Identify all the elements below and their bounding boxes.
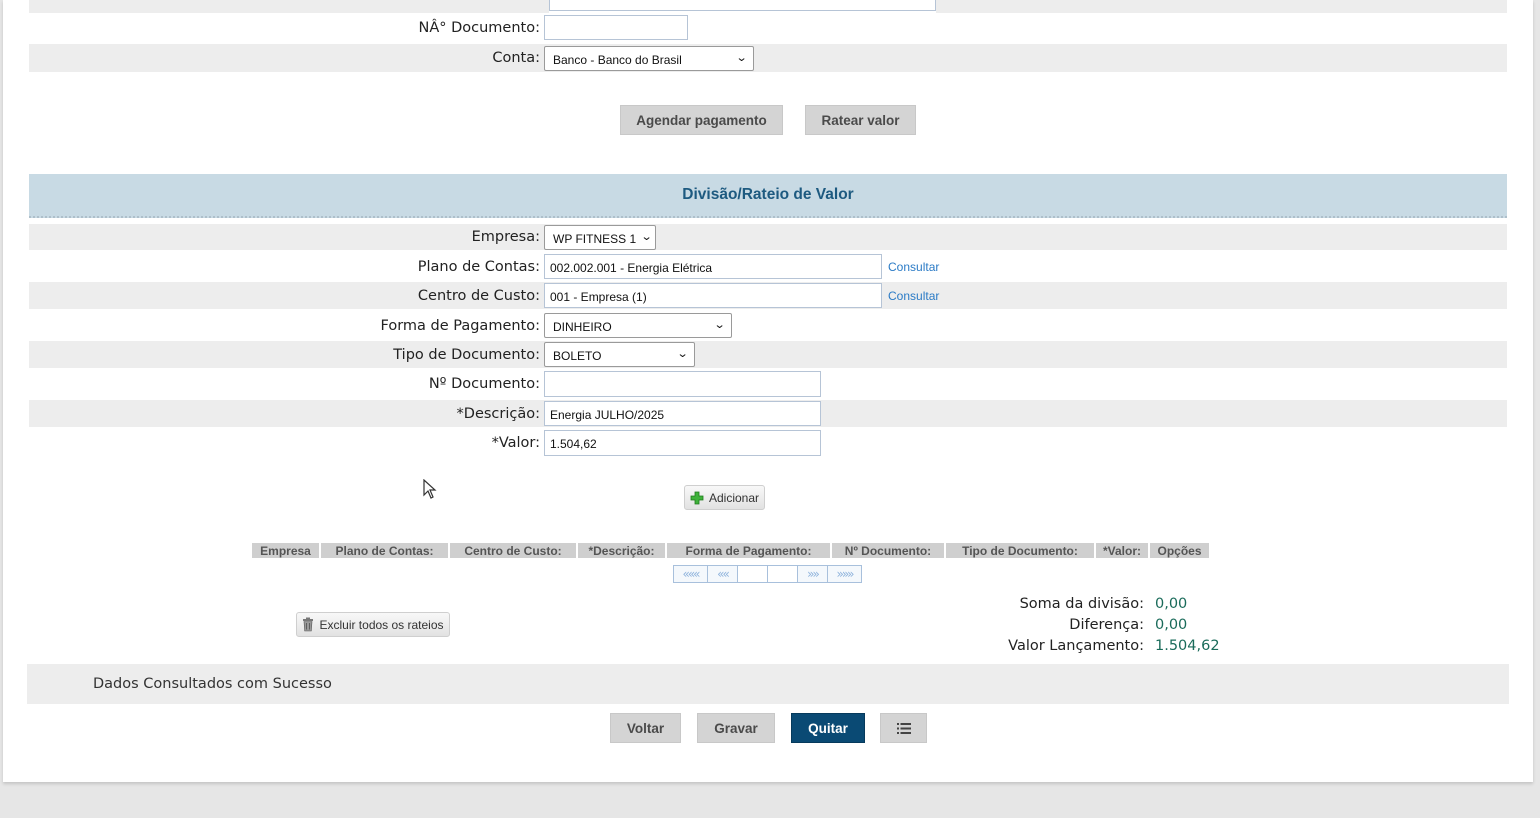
row-documento: NÂ° Documento: [29, 13, 1507, 42]
mouse-cursor-icon [423, 479, 437, 499]
agendar-pagamento-button[interactable]: Agendar pagamento [620, 105, 783, 135]
diferenca-label: Diferença: [1069, 617, 1144, 633]
th-plano-contas: Plano de Contas: [321, 543, 448, 558]
pager-prev-button[interactable]: «« [708, 566, 738, 582]
row-tipo-documento: Tipo de Documento: BOLETO ⌄ [29, 341, 1507, 368]
plano-contas-input[interactable]: 002.002.001 - Energia Elétrica [544, 254, 882, 279]
valor-label: *Valor: [491, 435, 540, 451]
excluir-todos-label: Excluir todos os rateios [319, 617, 444, 632]
status-bar: Dados Consultados com Sucesso [27, 664, 1509, 704]
forma-pagamento-select[interactable]: DINHEIRO ⌄ [544, 313, 732, 338]
trash-icon [303, 617, 314, 632]
soma-divisao-value: 0,00 [1155, 596, 1188, 612]
empresa-select[interactable]: WP FITNESS 1 ⌄ [544, 224, 656, 250]
pager-next-button[interactable]: »» [798, 566, 828, 582]
chevron-down-icon: ⌄ [640, 230, 653, 243]
numero-documento-input[interactable] [544, 371, 821, 397]
adicionar-button[interactable]: Adicionar [684, 485, 765, 510]
valor-input[interactable]: 1.504,62 [544, 430, 821, 456]
ndoc-label: Nº Documento: [428, 376, 540, 392]
excluir-todos-rateios-button[interactable]: Excluir todos os rateios [296, 612, 450, 637]
pager-last-button[interactable]: »»» [828, 566, 861, 582]
centro-label: Centro de Custo: [417, 287, 540, 304]
list-icon [896, 722, 911, 734]
status-message: Dados Consultados com Sucesso [93, 676, 332, 692]
rateio-table-header: Empresa Plano de Contas: Centro de Custo… [252, 543, 1209, 558]
row-numero-documento: Nº Documento: [29, 370, 1507, 398]
tipo-documento-select[interactable]: BOLETO ⌄ [544, 342, 695, 367]
previous-field-input[interactable] [549, 0, 936, 11]
diferenca-value: 0,00 [1155, 617, 1188, 633]
th-descricao: *Descrição: [578, 543, 665, 558]
documento-label: NÂ° Documento: [418, 19, 540, 36]
documento-input[interactable] [544, 15, 688, 40]
centro-custo-input[interactable]: 001 - Empresa (1) [544, 283, 882, 308]
empresa-label: Empresa: [471, 229, 540, 245]
row-conta: Conta: Banco - Banco do Brasil ⌄ [29, 44, 1507, 72]
previous-row-bg-right [936, 0, 1507, 13]
voltar-button[interactable]: Voltar [610, 713, 681, 743]
consultar-plano-link[interactable]: Consultar [888, 260, 939, 274]
adicionar-label: Adicionar [708, 490, 760, 505]
quitar-button[interactable]: Quitar [791, 713, 865, 743]
row-valor: *Valor: 1.504,62 [29, 429, 1507, 457]
soma-divisao-label: Soma da divisão: [1019, 596, 1144, 612]
pager-current-page [738, 566, 768, 582]
forma-select-value: DINHEIRO [553, 320, 612, 334]
row-centro-custo: Centro de Custo: 001 - Empresa (1) Consu… [29, 282, 1507, 309]
th-tipo-documento: Tipo de Documento: [946, 543, 1094, 558]
section-title: Divisão/Rateio de Valor [29, 174, 1507, 218]
row-empresa: Empresa: WP FITNESS 1 ⌄ [29, 224, 1507, 250]
th-valor: *Valor: [1096, 543, 1148, 558]
descricao-label: *Descrição: [456, 405, 540, 422]
valor-lancamento-value: 1.504,62 [1155, 638, 1220, 654]
chevron-down-icon: ⌄ [676, 348, 689, 360]
conta-select-value: Banco - Banco do Brasil [553, 52, 682, 67]
row-plano-contas: Plano de Contas: 002.002.001 - Energia E… [29, 253, 1507, 280]
ratear-valor-button[interactable]: Ratear valor [805, 105, 916, 135]
row-descricao: *Descrição: Energia JULHO/2025 [29, 400, 1507, 427]
conta-label: Conta: [492, 50, 540, 66]
chevron-down-icon: ⌄ [713, 319, 726, 331]
th-empresa: Empresa [252, 543, 319, 558]
gravar-button[interactable]: Gravar [697, 713, 775, 743]
previous-row-bg [29, 0, 549, 13]
pager-total-pages [768, 566, 798, 582]
tipo-label: Tipo de Documento: [393, 346, 540, 363]
consultar-centro-link[interactable]: Consultar [888, 289, 939, 303]
plano-label: Plano de Contas: [417, 258, 540, 275]
tipo-select-value: BOLETO [553, 349, 602, 363]
pager-first-button[interactable]: ««« [674, 566, 708, 582]
valor-lancamento-label: Valor Lançamento: [1008, 638, 1144, 654]
th-forma-pagamento: Forma de Pagamento: [667, 543, 830, 558]
chevron-down-icon: ⌄ [735, 51, 748, 64]
row-forma-pagamento: Forma de Pagamento: DINHEIRO ⌄ [29, 312, 1507, 339]
plus-icon [690, 491, 704, 504]
th-opcoes: Opções [1150, 543, 1209, 558]
descricao-input[interactable]: Energia JULHO/2025 [544, 401, 821, 426]
th-centro-custo: Centro de Custo: [450, 543, 576, 558]
list-options-button[interactable] [880, 713, 927, 743]
th-numero-documento: Nº Documento: [832, 543, 944, 558]
pager: ««« «« »» »»» [673, 565, 862, 583]
forma-label: Forma de Pagamento: [380, 317, 541, 334]
empresa-select-value: WP FITNESS 1 [553, 231, 637, 246]
conta-select[interactable]: Banco - Banco do Brasil ⌄ [544, 45, 754, 71]
